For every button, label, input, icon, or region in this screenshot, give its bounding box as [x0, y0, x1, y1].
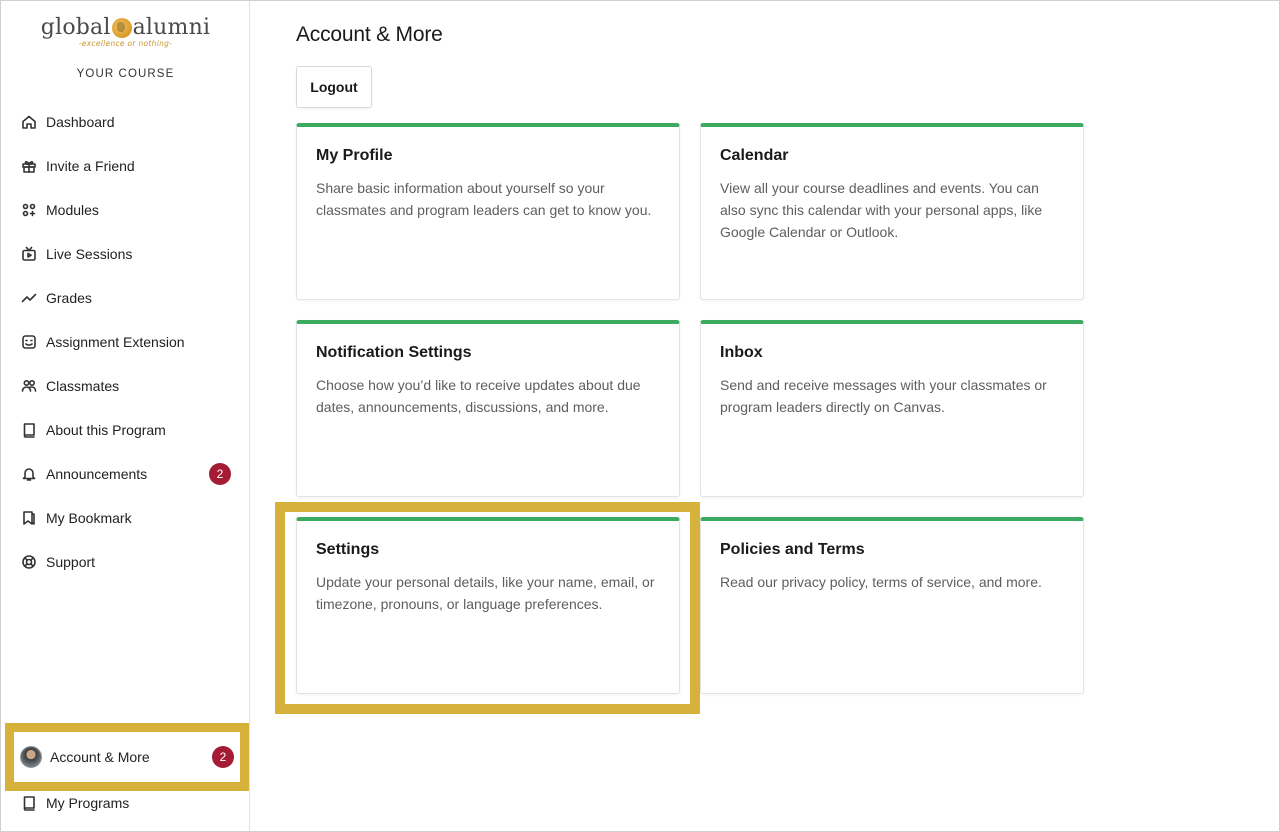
trend-icon [21, 290, 37, 306]
logo-tagline: -excellence or nothing- [78, 39, 173, 48]
sidebar-item-assignment-extension[interactable]: Assignment Extension [1, 320, 250, 364]
account-badge: 2 [212, 746, 234, 768]
course-label: YOUR COURSE [76, 68, 175, 80]
sidebar-item-label: Classmates [46, 378, 120, 394]
card-notification-settings[interactable]: Notification Settings Choose how you’d l… [296, 320, 680, 497]
card-inbox[interactable]: Inbox Send and receive messages with you… [700, 320, 1084, 497]
card-my-profile[interactable]: My Profile Share basic information about… [296, 123, 680, 300]
sidebar-item-label: My Bookmark [46, 510, 132, 526]
sidebar-item-label: Modules [46, 202, 99, 218]
sidebar-item-grades[interactable]: Grades [1, 276, 250, 320]
card-title: Notification Settings [316, 344, 472, 361]
sidebar-item-label: Assignment Extension [46, 334, 185, 350]
main-content: Account & More Logout My Profile Share b… [251, 1, 1279, 831]
sidebar-item-label: Invite a Friend [46, 158, 135, 174]
card-description: Share basic information about yourself s… [316, 180, 652, 218]
bookmark-icon [21, 510, 37, 526]
card-description: View all your course deadlines and event… [720, 180, 1043, 240]
sidebar-item-label: Account & More [50, 749, 150, 765]
book-icon [21, 422, 37, 438]
sidebar-item-label: Announcements [46, 466, 148, 482]
lifebuoy-icon [21, 554, 37, 570]
sidebar-item-label: Support [46, 554, 96, 570]
card-title: Calendar [720, 147, 789, 164]
card-title: My Profile [316, 147, 393, 164]
sidebar-item-invite-friend[interactable]: Invite a Friend [1, 144, 250, 188]
extension-icon [21, 334, 37, 350]
sidebar-item-account-more[interactable]: Account & More 2 [14, 732, 240, 782]
sidebar: global alumni -excellence or nothing- YO… [1, 1, 250, 831]
sidebar-item-classmates[interactable]: Classmates [1, 364, 250, 408]
card-description: Choose how you’d like to receive updates… [316, 377, 641, 415]
avatar [20, 746, 42, 768]
card-description: Update your personal details, like your … [316, 574, 655, 612]
card-settings[interactable]: Settings Update your personal details, l… [296, 517, 680, 694]
people-icon [21, 378, 37, 394]
gift-icon [21, 158, 37, 174]
sidebar-item-my-bookmark[interactable]: My Bookmark [1, 496, 250, 540]
sidebar-item-label: Live Sessions [46, 246, 133, 262]
logo-text-right: alumni [132, 15, 211, 40]
sidebar-item-label: My Programs [46, 795, 130, 811]
sidebar-item-dashboard[interactable]: Dashboard [1, 100, 250, 144]
sidebar-item-support[interactable]: Support [1, 540, 250, 584]
card-policies-terms[interactable]: Policies and Terms Read our privacy poli… [700, 517, 1084, 694]
sidebar-nav: Dashboard Invite a Friend Modules Live S… [1, 100, 250, 584]
card-description: Send and receive messages with your clas… [720, 377, 1047, 415]
bell-icon [21, 466, 37, 482]
card-title: Inbox [720, 344, 763, 361]
card-description: Read our privacy policy, terms of servic… [720, 574, 1042, 590]
home-icon [21, 114, 37, 130]
page-title: Account & More [296, 23, 443, 46]
sidebar-item-my-programs[interactable]: My Programs [1, 781, 129, 825]
logo-text-left: global [40, 15, 111, 40]
sidebar-item-modules[interactable]: Modules [1, 188, 250, 232]
logout-button[interactable]: Logout [296, 66, 372, 108]
tv-icon [21, 246, 37, 262]
card-calendar[interactable]: Calendar View all your course deadlines … [700, 123, 1084, 300]
modules-icon [21, 202, 37, 218]
announcements-badge: 2 [209, 463, 231, 485]
sidebar-item-label: Grades [46, 290, 92, 306]
globe-icon [111, 17, 132, 38]
sidebar-item-label: Dashboard [46, 114, 115, 130]
sidebar-item-about-program[interactable]: About this Program [1, 408, 250, 452]
sidebar-item-announcements[interactable]: Announcements 2 [1, 452, 250, 496]
sidebar-item-live-sessions[interactable]: Live Sessions [1, 232, 250, 276]
card-title: Policies and Terms [720, 541, 865, 558]
card-title: Settings [316, 541, 380, 558]
book-icon [21, 795, 37, 811]
logo[interactable]: global alumni -excellence or nothing- [1, 15, 250, 48]
sidebar-item-label: About this Program [46, 422, 166, 438]
